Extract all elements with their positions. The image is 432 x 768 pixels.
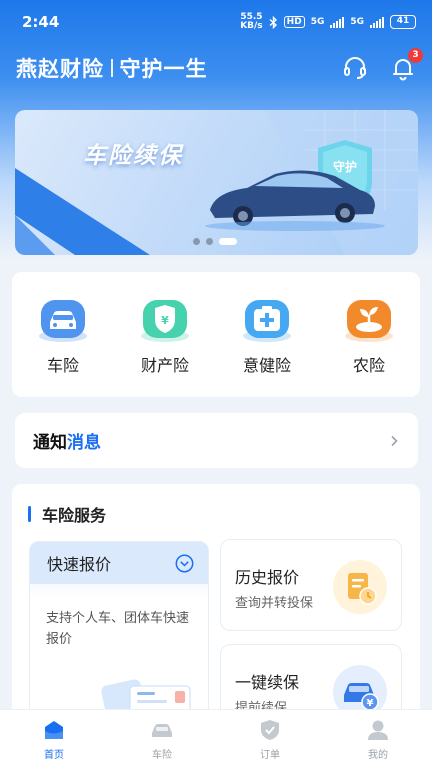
car-service-card: 车险服务 快速报价 支持个人车、团体车快速报价 历史报价 查询并转投保 一键续保… [12, 484, 420, 734]
bluetooth-icon [269, 15, 277, 29]
tab-home[interactable]: 首页 [0, 710, 108, 768]
brand-name: 燕赵财险 [16, 57, 104, 81]
svg-text:¥: ¥ [161, 314, 169, 327]
category-label: 车险 [46, 356, 79, 375]
category-agriculture-insurance[interactable]: 农险 [318, 272, 420, 397]
customer-service-button[interactable] [342, 55, 368, 81]
brand-slogan: 守护一生 [119, 57, 208, 81]
header-actions: 3 [342, 48, 423, 81]
quick-quote-card[interactable]: 快速报价 支持个人车、团体车快速报价 [29, 541, 209, 731]
health-insurance-icon [243, 300, 291, 342]
banner-dot[interactable] [193, 238, 200, 245]
property-insurance-icon: ¥ [141, 300, 189, 342]
signal-strength-icon [330, 16, 345, 28]
banner-pagination [193, 238, 237, 245]
banner-dot-active[interactable] [219, 238, 237, 245]
app-header: 燕赵财险 守护一生 3 [0, 48, 432, 88]
network-speed-unit: KB/s [240, 21, 263, 31]
banner-dot[interactable] [206, 238, 213, 245]
status-icons: 55.5 KB/s HD 5G 5G 41 [240, 13, 416, 31]
bottom-tab-bar: 首页 车险 订单 我的 [0, 709, 432, 768]
user-icon [368, 720, 388, 740]
category-car-insurance[interactable]: 车险 [12, 272, 114, 397]
category-health-insurance[interactable]: 意健险 [216, 272, 318, 397]
section-title: 车险服务 [42, 506, 107, 525]
banner-background-art [15, 110, 418, 255]
quick-quote-title: 快速报价 [47, 555, 112, 574]
section-accent-bar [28, 506, 31, 522]
category-label: 财产险 [140, 356, 189, 375]
headset-icon [344, 57, 366, 79]
history-quote-title: 历史报价 [235, 568, 300, 587]
svg-text:¥: ¥ [367, 698, 374, 709]
agriculture-insurance-icon [345, 300, 393, 342]
notice-title-highlight: 消息 [67, 433, 101, 453]
quick-quote-description: 支持个人车、团体车快速报价 [46, 611, 190, 647]
status-time: 2:44 [22, 13, 60, 31]
signal-label-2: 5G [350, 17, 364, 27]
tab-label: 首页 [44, 750, 64, 761]
history-quote-subtitle: 查询并转投保 [235, 596, 314, 611]
quick-quote-header: 快速报价 [30, 542, 208, 584]
shield-check-icon [261, 720, 279, 740]
notice-title-prefix: 通知 [33, 433, 67, 453]
tab-car-insurance[interactable]: 车险 [108, 710, 216, 768]
signal-label-1: 5G [310, 17, 325, 27]
home-icon [45, 721, 63, 739]
category-label: 意健险 [242, 356, 291, 375]
signal-strength-icon-2 [370, 16, 384, 28]
document-clock-icon [333, 560, 387, 614]
chevron-down-circle-icon[interactable] [175, 554, 194, 573]
notice-row[interactable]: 通知消息 [15, 413, 418, 468]
hd-badge: HD [283, 16, 305, 28]
notification-badge: 3 [408, 48, 423, 63]
car-insurance-icon [39, 300, 87, 342]
category-label: 农险 [352, 356, 385, 375]
brand-divider [111, 59, 113, 77]
car-icon [152, 724, 172, 737]
tab-orders[interactable]: 订单 [216, 710, 324, 768]
status-bar: 2:44 55.5 KB/s HD 5G 5G 41 [0, 0, 432, 44]
tab-label: 车险 [152, 750, 172, 761]
network-speed: 55.5 KB/s [240, 13, 262, 31]
renewal-title: 一键续保 [235, 673, 300, 692]
banner-shield-text: 守护 [333, 160, 358, 174]
history-quote-card[interactable]: 历史报价 查询并转投保 [220, 539, 402, 631]
section-header: 车险服务 [28, 502, 106, 526]
insurance-category-card: 车险 ¥ 财产险 意健险 农险 [12, 272, 420, 397]
banner-title: 车险续保 [83, 143, 183, 169]
promo-banner[interactable]: 车险续保 守护 [15, 110, 418, 255]
notification-button[interactable]: 3 [390, 48, 423, 81]
category-property-insurance[interactable]: ¥ 财产险 [114, 272, 216, 397]
chevron-right-icon [391, 435, 398, 446]
tab-label: 我的 [368, 750, 388, 761]
notice-title: 通知消息 [33, 428, 101, 453]
tab-profile[interactable]: 我的 [324, 710, 432, 768]
battery-icon: 41 [390, 15, 416, 29]
tab-label: 订单 [260, 750, 280, 761]
